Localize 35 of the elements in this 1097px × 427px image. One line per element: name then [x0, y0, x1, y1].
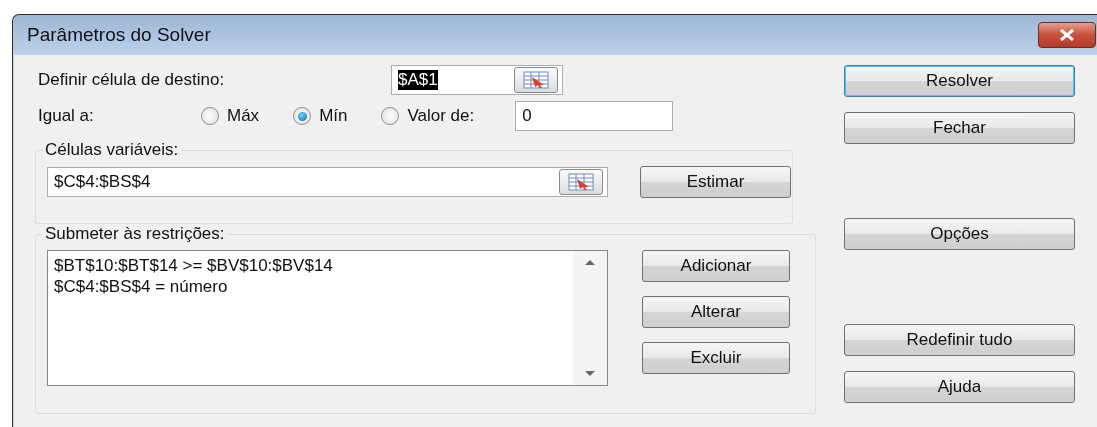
radio-option[interactable]: Valor de:	[381, 106, 475, 126]
range-select-button[interactable]	[559, 169, 603, 195]
dialog-button[interactable]: Fechar	[844, 112, 1075, 144]
radio-button[interactable]	[381, 107, 400, 125]
close-icon	[1058, 29, 1076, 41]
scroll-down-icon[interactable]	[584, 370, 596, 377]
scroll-bar[interactable]	[573, 251, 607, 385]
range-select-icon	[523, 71, 549, 89]
group-title: Células variáveis:	[44, 140, 180, 160]
constraint-button[interactable]: Excluir	[642, 342, 790, 374]
dialog-button[interactable]: Ajuda	[844, 371, 1075, 403]
scroll-up-icon[interactable]	[584, 259, 596, 266]
radio-button[interactable]	[201, 107, 219, 125]
window-title: Parâmetros do Solver	[27, 24, 211, 46]
radio-button[interactable]	[293, 107, 312, 125]
dialog-button[interactable]: Opções	[844, 218, 1075, 250]
dialog-button[interactable]: Redefinir tudo	[844, 324, 1075, 356]
field-label: Definir célula de destino:	[38, 70, 226, 90]
constraint-button[interactable]: Alterar	[642, 296, 790, 328]
input-field[interactable]: $C$4:$BS$4	[47, 167, 608, 197]
input-field[interactable]: $A$1	[391, 65, 563, 95]
list-item[interactable]: $C$4:$BS$4 = número	[54, 276, 567, 297]
radio-option[interactable]: Máx	[201, 106, 260, 126]
dialog-button[interactable]: Resolver	[844, 65, 1075, 97]
close-button[interactable]	[1038, 22, 1096, 48]
field-label: Igual a:	[38, 106, 95, 126]
range-select-icon	[568, 173, 594, 191]
list-item[interactable]: $BT$10:$BT$14 >= $BV$10:$BV$14	[54, 255, 567, 276]
group-title: Submeter às restrições:	[44, 224, 226, 244]
constraint-button[interactable]: Adicionar	[642, 250, 790, 282]
radio-option[interactable]: Mín	[293, 106, 348, 126]
range-select-button[interactable]	[514, 67, 558, 93]
input-field[interactable]: 0	[515, 101, 674, 131]
guess-button[interactable]: Estimar	[640, 166, 791, 198]
constraint-list[interactable]: $BT$10:$BT$14 >= $BV$10:$BV$14 $C$4:$BS$4 = número	[47, 250, 608, 386]
